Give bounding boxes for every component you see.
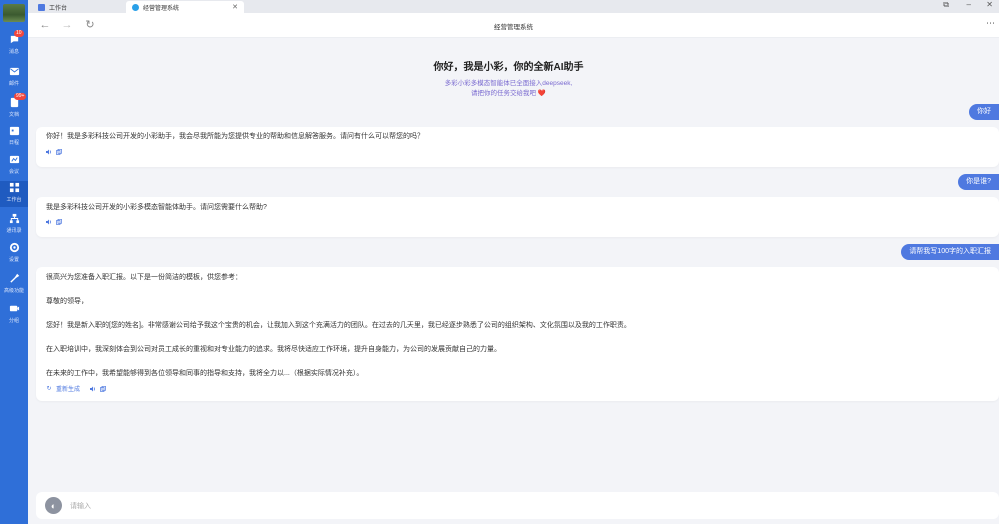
assistant-logo-icon[interactable]: ◐	[45, 497, 62, 514]
heart-icon: ❤️	[537, 90, 546, 97]
sidebar-item-workbench[interactable]: 工作台	[0, 181, 28, 207]
sidebar-item-contacts[interactable]: 通讯录	[0, 212, 28, 238]
user-message: 你是谁?	[958, 174, 999, 190]
copy-icon[interactable]	[56, 219, 62, 225]
assistant-text: 在入职培训中，我深刻体会到公司对员工成长的重视和对专业能力的追求。我将尽快适应工…	[46, 346, 501, 353]
sidebar-item-messages[interactable]: 10 消息	[0, 30, 28, 59]
sidebar-item-label: 通讯录	[6, 228, 22, 234]
message-actions	[46, 219, 989, 225]
chat-area: 你好，我是小彩，你的全新AI助手 多彩小彩多模态智能体已全面接入deepseek…	[28, 38, 999, 524]
restore-icon[interactable]: ⧉	[943, 0, 949, 10]
sidebar-item-label: 日程	[8, 140, 19, 146]
tab-bar: 工作台 经营管理系统 ✕ ⧉ – ✕	[28, 0, 999, 13]
chat-input[interactable]	[70, 500, 970, 512]
avatar[interactable]	[3, 4, 25, 22]
chat-input-bar: ◐	[36, 492, 999, 519]
unread-badge: 10	[14, 30, 24, 37]
page-title: 经营管理系统	[494, 24, 533, 31]
group-icon	[9, 303, 20, 314]
contacts-icon	[9, 213, 20, 224]
sidebar-item-label: 分组	[8, 318, 19, 324]
more-icon[interactable]: ⋯	[986, 18, 995, 29]
assistant-message: 我是多彩科技公司开发的小彩多模态智能体助手。请问您需要什么帮助?	[36, 197, 999, 237]
tab-label: 工作台	[49, 5, 68, 12]
welcome-subtitle: 多彩小彩多模态智能体已全面接入deepseek,	[444, 80, 573, 87]
assistant-text: 很高兴为您准备入职汇报。以下是一份简洁的模板，供您参考：	[46, 274, 242, 281]
sidebar-item-label: 高级功能	[3, 288, 24, 294]
sidebar-item-advanced[interactable]: 高级功能	[0, 272, 28, 298]
close-icon[interactable]: ✕	[232, 3, 238, 11]
copy-icon[interactable]	[56, 149, 62, 155]
unread-badge: 99+	[14, 93, 27, 100]
welcome-title: 你好，我是小彩，你的全新AI助手	[433, 62, 584, 73]
message-actions	[46, 149, 989, 155]
advanced-icon	[9, 273, 20, 284]
sidebar-item-label: 工作台	[6, 197, 22, 203]
speaker-icon[interactable]	[46, 219, 52, 225]
app-logo-icon	[132, 3, 139, 11]
welcome-subtitle-text: 请把你的任务交给我吧	[471, 90, 537, 97]
assistant-text: 你好！我是多彩科技公司开发的小彩助手，我会尽我所能为您提供专业的帮助和信息解答服…	[46, 133, 424, 140]
settings-icon	[9, 242, 20, 253]
assistant-text: 尊敬的领导，	[46, 298, 88, 305]
workbench-icon	[9, 182, 20, 193]
assistant-text: 在未来的工作中，我希望能够得到各位领导和同事的指导和支持，我将全力以...（根据…	[46, 370, 364, 377]
sidebar-item-label: 消息	[8, 49, 19, 55]
workbench-icon	[38, 3, 45, 11]
tab-management-system[interactable]: 经营管理系统 ✕	[126, 1, 244, 13]
welcome-subtitle-2: 请把你的任务交给我吧 ❤️	[28, 87, 989, 97]
toolbar: ← → ↻ 经营管理系统 ⋯	[28, 13, 999, 38]
close-window-icon[interactable]: ✕	[986, 0, 993, 9]
speaker-icon[interactable]	[90, 386, 96, 392]
regenerate-button[interactable]: 重新生成	[56, 384, 80, 393]
user-message: 你好	[969, 104, 999, 120]
meeting-icon	[9, 154, 20, 165]
message-actions: ↻ 重新生成	[46, 384, 989, 393]
sidebar-item-calendar[interactable]: 日程	[0, 124, 28, 150]
sidebar-item-label: 文档	[8, 112, 19, 118]
mail-icon	[9, 66, 20, 77]
sidebar-item-meeting[interactable]: 会议	[0, 153, 28, 179]
sidebar-item-mail[interactable]: 邮件	[0, 65, 28, 91]
tab-label: 经营管理系统	[143, 5, 180, 12]
sidebar-item-label: 会议	[8, 169, 19, 175]
sidebar-item-docs[interactable]: 99+ 文档	[0, 93, 28, 122]
sidebar: 10 消息 邮件 99+ 文档 日程 会议 工作台 通讯录 设置 高级功能 分组	[0, 0, 28, 524]
sidebar-item-group[interactable]: 分组	[0, 302, 28, 328]
assistant-text: 您好！我是新入职的[您的姓名]。非常感谢公司给予我这个宝贵的机会，让我加入到这个…	[46, 322, 631, 329]
sidebar-item-settings[interactable]: 设置	[0, 241, 28, 267]
minimize-icon[interactable]: –	[967, 0, 971, 9]
sidebar-item-label: 设置	[8, 257, 19, 263]
calendar-icon	[9, 125, 20, 136]
assistant-message: 很高兴为您准备入职汇报。以下是一份简洁的模板，供您参考： 尊敬的领导， 您好！我…	[36, 267, 999, 401]
assistant-text: 我是多彩科技公司开发的小彩多模态智能体助手。请问您需要什么帮助?	[46, 204, 267, 211]
speaker-icon[interactable]	[46, 149, 52, 155]
user-message: 请帮我写100字的入职汇报	[901, 244, 999, 260]
sidebar-item-label: 邮件	[8, 81, 19, 87]
assistant-message: 你好！我是多彩科技公司开发的小彩助手，我会尽我所能为您提供专业的帮助和信息解答服…	[36, 127, 999, 167]
refresh-icon[interactable]: ↻	[46, 386, 52, 392]
copy-icon[interactable]	[100, 385, 106, 392]
tab-workbench[interactable]: 工作台	[38, 1, 126, 13]
